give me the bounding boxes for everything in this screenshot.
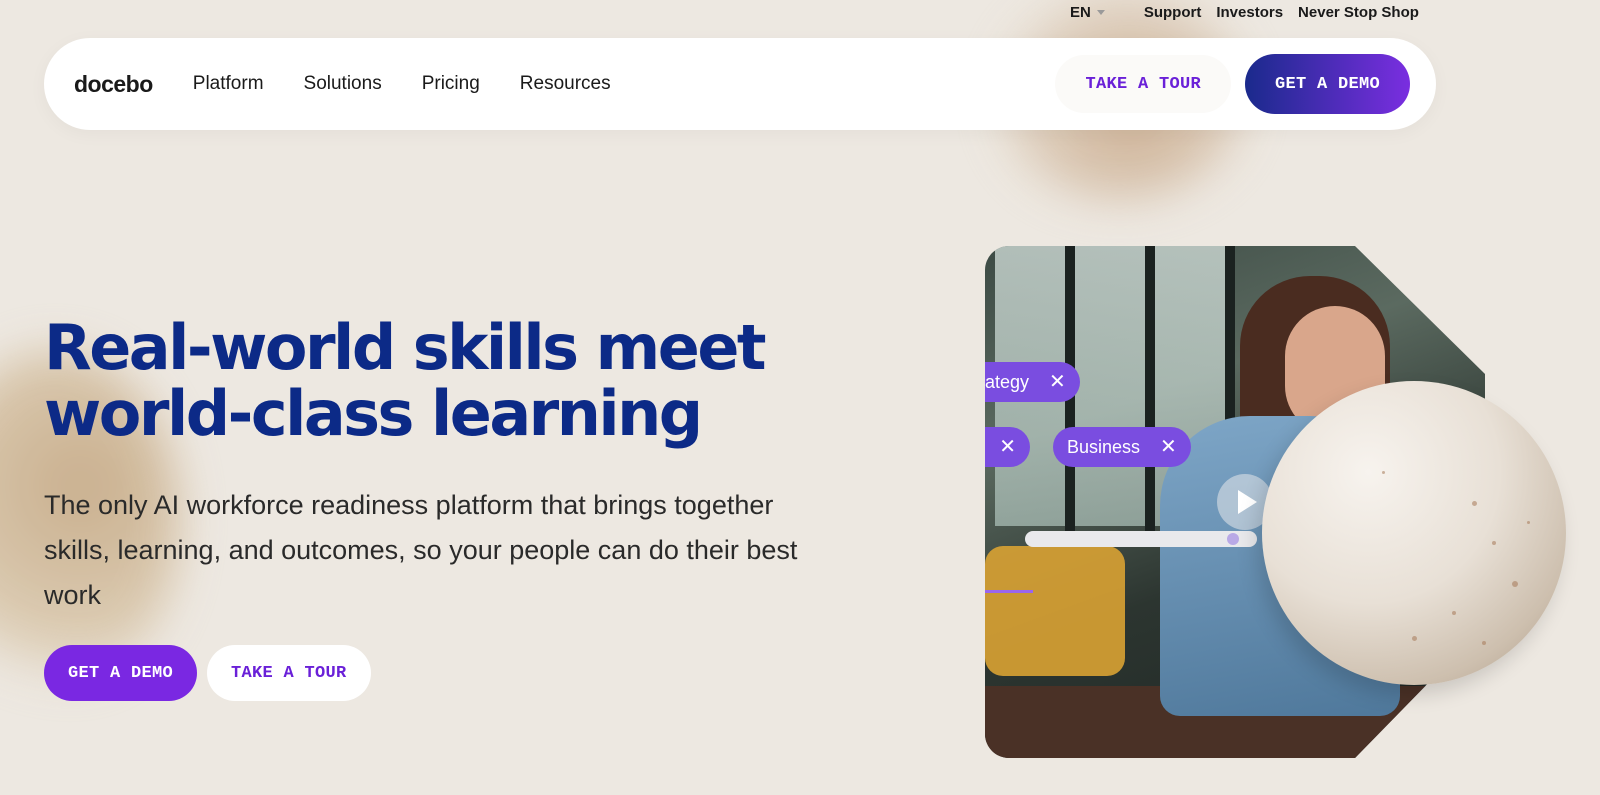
take-a-tour-button[interactable]: TAKE A TOUR <box>1055 55 1231 113</box>
nav-item-resources[interactable]: Resources <box>520 73 611 95</box>
nav-item-pricing[interactable]: Pricing <box>422 73 480 95</box>
chip-label: Business <box>1067 436 1141 457</box>
sphere-speck <box>1527 521 1530 524</box>
sphere-speck <box>1412 636 1417 641</box>
hero-title: Real-world skills meet world-class learn… <box>44 315 844 447</box>
close-icon: ✕ <box>1049 371 1066 393</box>
utility-link-investors[interactable]: Investors <box>1216 4 1283 21</box>
decorative-sphere <box>1262 381 1566 685</box>
hero-take-a-tour-button[interactable]: TAKE A TOUR <box>207 645 371 701</box>
language-selector[interactable]: EN <box>1070 4 1105 21</box>
accent-line <box>985 590 1033 593</box>
play-icon <box>1238 490 1257 514</box>
skill-chip-business: Business ✕ <box>1053 427 1191 467</box>
utility-bar: EN Support Investors Never Stop Shop <box>1070 0 1419 24</box>
utility-link-support[interactable]: Support <box>1144 4 1202 21</box>
nav-item-solutions[interactable]: Solutions <box>304 73 382 95</box>
sphere-speck <box>1382 471 1385 474</box>
hero-get-a-demo-button[interactable]: GET A DEMO <box>44 645 198 701</box>
progress-knob[interactable] <box>1227 533 1239 545</box>
chevron-down-icon <box>1096 9 1105 15</box>
docebo-logo[interactable]: docebo <box>74 71 153 98</box>
window-frame <box>1145 246 1155 546</box>
nav-links: Platform Solutions Pricing Resources <box>193 73 611 95</box>
hero-buttons: GET A DEMO TAKE A TOUR <box>44 645 371 701</box>
close-icon: ✕ <box>1160 436 1177 458</box>
skill-chip: ✕ <box>985 427 1030 467</box>
video-progress-bar[interactable] <box>1025 531 1257 547</box>
nav-actions: TAKE A TOUR GET A DEMO <box>1055 54 1410 114</box>
language-label: EN <box>1070 3 1091 21</box>
hero-title-line1: Real-world skills meet <box>44 311 767 384</box>
hero-subtitle: The only AI workforce readiness platform… <box>44 490 798 610</box>
sphere-speck <box>1452 611 1456 615</box>
sphere-speck <box>1492 541 1496 545</box>
utility-link-never-stop-shop[interactable]: Never Stop Shop <box>1298 4 1419 21</box>
hero-title-line2: world-class learning <box>44 377 703 450</box>
sphere-speck <box>1472 501 1477 506</box>
main-nav: docebo Platform Solutions Pricing Resour… <box>44 38 1436 130</box>
window-pane <box>1075 246 1145 526</box>
nav-item-platform[interactable]: Platform <box>193 73 264 95</box>
skill-chip-strategy: ategy ✕ <box>985 362 1080 402</box>
chip-label: ategy <box>985 371 1030 392</box>
sphere-speck <box>1482 641 1486 645</box>
get-a-demo-button[interactable]: GET A DEMO <box>1244 54 1410 114</box>
sphere-speck <box>1512 581 1518 587</box>
close-icon: ✕ <box>999 436 1016 458</box>
chair-image <box>985 546 1125 676</box>
